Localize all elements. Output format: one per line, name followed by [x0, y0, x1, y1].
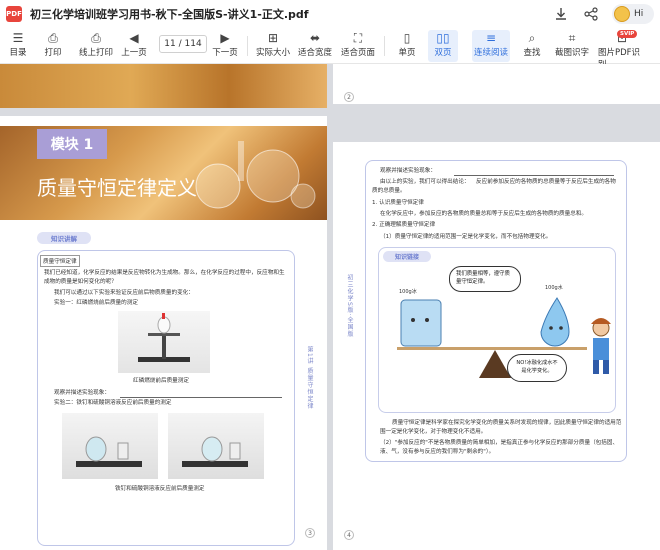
answer-line [454, 175, 614, 176]
toc-button[interactable]: ☰ 目录 [6, 30, 30, 62]
print-button[interactable]: ⎙ 打印 [40, 30, 66, 62]
continuous-scroll-icon: ≡ [485, 31, 497, 45]
actual-size-button[interactable]: ⊞ 实际大小 [256, 30, 290, 62]
actual-size-icon: ⊞ [267, 31, 279, 45]
printer-icon: ⎙ [48, 31, 58, 45]
heading-1-text: 在化学反应中，参加反应的各物质的质量总和等于反应后生成的各物质的质量总和。 [380, 211, 587, 217]
title-bar: PDF 初三化学培训班学习用书-秋下-全国版S-讲义1-正文.pdf Hi [0, 0, 660, 28]
page-4: 初三化学S版·全国版 观察并描述实验现象： 由以上的实验，我们可以得出结论： 反… [333, 142, 660, 550]
continuous-read-button[interactable]: ≡ 连续阅读 [472, 30, 510, 62]
share-icon[interactable] [582, 5, 600, 23]
page-number: 4 [344, 530, 354, 540]
page-number: 3 [305, 528, 315, 538]
experiment-2-label: 实验二：铁钉和硫酸铜溶液反应前后质量的测定 [54, 400, 172, 406]
seesaw-illustration [397, 297, 611, 378]
single-page-button[interactable]: ▯ 单页 [394, 30, 420, 62]
heading-2: 2. 正确理解质量守恒定律 [372, 222, 436, 228]
greeting-text: Hi [634, 9, 644, 19]
fit-width-icon: ⬌ [309, 31, 321, 45]
crop-icon: ⌗ [568, 31, 576, 45]
observe-prompt: 观察并描述实验现象： [380, 168, 436, 174]
download-icon[interactable] [552, 5, 570, 23]
page-number: 2 [344, 92, 354, 102]
module-label: 模块 1 [37, 129, 107, 159]
chevron-right-icon: ▶ [220, 31, 230, 45]
user-account-button[interactable]: Hi [612, 4, 654, 24]
cloud-printer-icon: ⎙ [91, 31, 101, 45]
toolbar: ☰ 目录 ⎙ 打印 ⎙ 线上打印 ◀ 上一页 11 / 114 ▶ 下一页 ⊞ 实际大小 ⬌… [0, 28, 660, 70]
paragraph-2: 我们可以通过以下实验来验证反应前后物质质量的变化： [54, 290, 194, 296]
single-page-icon: ▯ [403, 31, 411, 45]
double-page-icon: ▯▯ [436, 31, 450, 45]
page-2-right-fragment: 2 [333, 64, 660, 104]
iron-nail-photo-before [62, 413, 158, 479]
paragraph-1: 我们已经知道，化学反应的结果是反应物转化为生成物。那么，在化学反应的过程中，反应… [44, 270, 285, 285]
edition-side-label: 初三化学S版·全国版 [346, 274, 353, 338]
toolbar-divider [384, 36, 385, 56]
heading-1: 1. 认识质量守恒定律 [372, 200, 424, 206]
scale-with-flask-icon [182, 436, 248, 467]
prev-page-button[interactable]: ◀ 上一页 [121, 30, 147, 62]
caption-2: 铁钉和硫酸铜溶液反应前后质量测定 [115, 486, 205, 492]
page-indicator-input[interactable]: 11 / 114 [159, 35, 207, 53]
fit-page-button[interactable]: ⛶ 适合页面 [341, 30, 375, 62]
document-title: 初三化学培训班学习用书-秋下-全国版S-讲义1-正文.pdf [30, 8, 309, 21]
speech-bubble-2: NO!冰融化成水不是化学变化。 [507, 354, 567, 382]
content-box: 观察并描述实验现象： 由以上的实验，我们可以得出结论： 反应前参加反应的各物质的… [365, 160, 627, 462]
chevron-left-icon: ◀ [129, 31, 139, 45]
svip-badge: SVIP [617, 30, 638, 38]
pdf-file-icon: PDF [6, 6, 22, 22]
point-2-text: （2）"参加反应的"不是各物质质量的简单相加，是指真正参与化学反应的那部分质量（… [380, 440, 619, 455]
summary-text: 质量守恒定律是科学家在探究化学变化的质量关系时发现的规律，因此质量守恒定律的适用… [380, 420, 622, 435]
page-2-left-fragment [0, 64, 327, 108]
fit-page-icon: ⛶ [353, 31, 363, 45]
knowledge-box: 质量守恒定律 我们已经知道，化学反应的结果是反应物转化为生成物。那么，在化学反应… [37, 250, 295, 546]
knowledge-link-panel: 知识链接 我们质量相等，遵守质量守恒定律。 100g冰 100g水 NO!冰融化 [378, 247, 616, 413]
search-button[interactable]: ⌕ 查找 [520, 30, 544, 62]
iron-nail-photo-after [168, 413, 264, 479]
avatar [614, 6, 630, 22]
glassware-illustration [195, 141, 316, 209]
screenshot-ocr-button[interactable]: ⌗ 截图识字 [554, 30, 590, 62]
double-page-button[interactable]: ▯▯ 双页 [428, 30, 458, 62]
balance-scale-illustration [138, 313, 190, 362]
next-page-button[interactable]: ▶ 下一页 [212, 30, 238, 62]
red-phosphorus-photo [118, 311, 210, 373]
observe-prompt: 观察并描述实验现象： [54, 390, 110, 396]
section-tag: 知识讲解 [37, 232, 91, 244]
fit-width-button[interactable]: ⬌ 适合宽度 [298, 30, 332, 62]
conclusion-text: 反应前参加反应的各物质的总质量等于反应后生成的各物质的总质量。 [372, 179, 616, 194]
list-icon: ☰ [12, 31, 24, 45]
answer-line [120, 397, 282, 398]
chapter-side-label: 第1讲 质量守恒定律 [306, 346, 313, 410]
box-title: 质量守恒定律 [40, 255, 80, 267]
module-title: 质量守恒定律定义 [37, 176, 197, 200]
toolbar-divider [247, 36, 248, 56]
experiment-1-label: 实验一：红磷燃烧前后质量的测定 [54, 300, 138, 306]
amber-banner-image [0, 64, 327, 108]
module-banner-image: 模块 1 质量守恒定律定义 [0, 126, 327, 220]
caption-1: 红磷燃烧前后质量测定 [133, 378, 189, 384]
heading-2-text: （1）质量守恒定律的适用范围一定是化学变化，而不包括物理变化。 [380, 234, 552, 240]
online-print-button[interactable]: ⎙ 线上打印 [76, 30, 116, 62]
scale-with-flask-icon [76, 436, 142, 467]
search-icon: ⌕ [528, 31, 536, 45]
document-viewer[interactable]: 2 模块 1 质量守恒定律定义 知识讲解 质量守恒定律 我们已经知道，化学反应的… [0, 64, 660, 550]
page-3: 模块 1 质量守恒定律定义 知识讲解 质量守恒定律 我们已经知道，化学反应的结果… [0, 116, 327, 550]
